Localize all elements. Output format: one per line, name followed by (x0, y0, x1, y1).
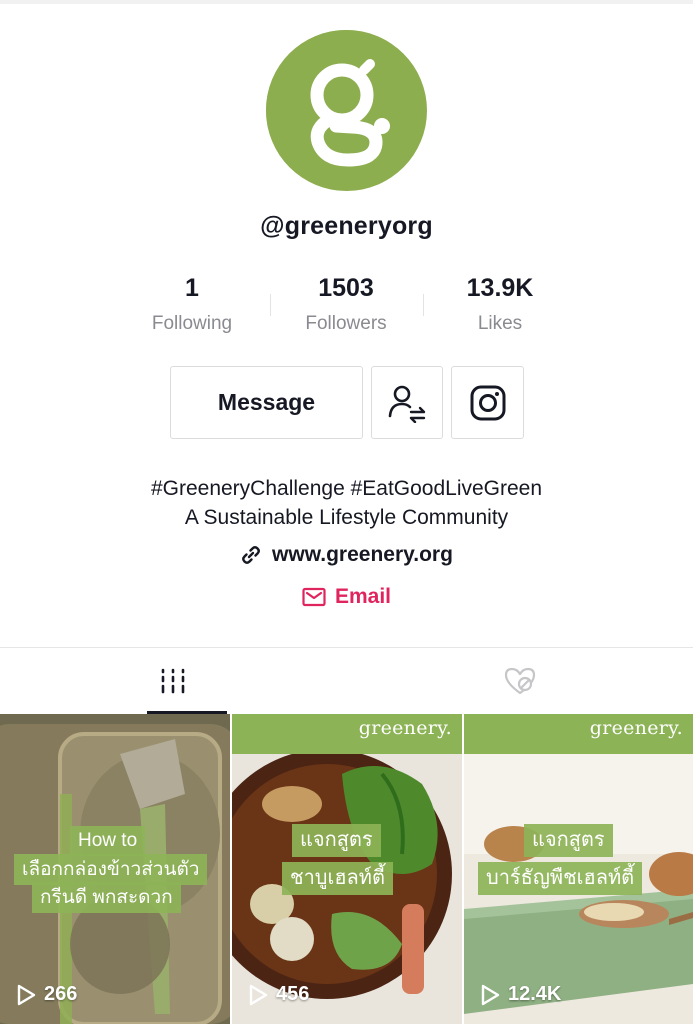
view-count: 456 (248, 983, 309, 1006)
play-icon (249, 984, 268, 1005)
stat-followers[interactable]: 1503 Followers (266, 272, 426, 338)
video-tile[interactable]: greenery. แจกสูตร บาร์ธัญพืชเฮลท์ตี้ 12.… (464, 714, 693, 1024)
instagram-icon (470, 385, 505, 420)
website-url: www.greenery.org (272, 543, 453, 566)
tab-liked[interactable] (346, 648, 693, 714)
liked-hidden-icon (504, 667, 535, 695)
brand-watermark: greenery. (589, 717, 683, 739)
greenery-logo (266, 30, 426, 190)
bio-line-1: #GreeneryChallenge #EatGoodLiveGreen (150, 477, 543, 500)
followers-count: 1503 (318, 274, 374, 302)
following-count: 1 (185, 274, 199, 302)
likes-count: 13.9K (466, 274, 534, 302)
link-icon (242, 546, 260, 564)
message-button[interactable]: Message (170, 366, 363, 439)
video-caption-line: เลือกกล่องข้าวส่วนตัว (14, 854, 208, 885)
instagram-button[interactable] (451, 366, 524, 439)
play-icon (481, 984, 500, 1005)
view-count-value: 456 (276, 983, 310, 1005)
email-label: Email (334, 585, 392, 608)
grid-icon (161, 668, 185, 694)
followers-label: Followers (305, 313, 387, 334)
bio: #GreeneryChallenge #EatGoodLiveGreen A S… (0, 474, 693, 532)
video-caption-line: บาร์ธัญพืชเฮลท์ตี้ (478, 862, 643, 895)
video-tile[interactable]: greenery. แจกสูตร ชาบูเฮลท์ตี้ 456 (232, 714, 462, 1024)
video-caption-line: แจกสูตร (292, 824, 381, 857)
email-link[interactable]: Email (0, 585, 693, 609)
video-caption-line: แจกสูตร (524, 824, 613, 857)
view-count-value: 266 (44, 983, 78, 1005)
view-count: 12.4K (480, 983, 561, 1006)
video-tile[interactable]: How to เลือกกล่องข้าวส่วนตัว กรีนดี พกสะ… (0, 714, 230, 1024)
bio-line-2: A Sustainable Lifestyle Community (184, 506, 509, 529)
play-icon (17, 984, 36, 1005)
tab-videos[interactable] (0, 648, 346, 714)
video-caption-line: กรีนดี พกสะดวก (32, 882, 181, 913)
profile-stats: 1 Following 1503 Followers 13.9K Likes (0, 272, 693, 342)
view-count: 266 (16, 983, 77, 1006)
avatar[interactable] (266, 30, 427, 191)
following-label: Following (151, 313, 233, 334)
username: @greeneryorg (260, 212, 433, 240)
view-count-value: 12.4K (508, 983, 562, 1005)
likes-label: Likes (477, 313, 523, 334)
user-swap-icon (388, 385, 426, 423)
stat-likes[interactable]: 13.9K Likes (420, 272, 580, 338)
top-divider (0, 0, 693, 4)
website-link[interactable]: www.greenery.org (0, 543, 693, 567)
video-caption-line: How to (70, 826, 146, 856)
video-caption-line: ชาบูเฮลท์ตี้ (282, 862, 393, 895)
brand-watermark: greenery. (358, 717, 452, 739)
follow-toggle-button[interactable] (371, 366, 443, 439)
stat-following[interactable]: 1 Following (112, 272, 272, 338)
video-grid: How to เลือกกล่องข้าวส่วนตัว กรีนดี พกสะ… (0, 714, 693, 1024)
mail-icon (302, 587, 326, 607)
